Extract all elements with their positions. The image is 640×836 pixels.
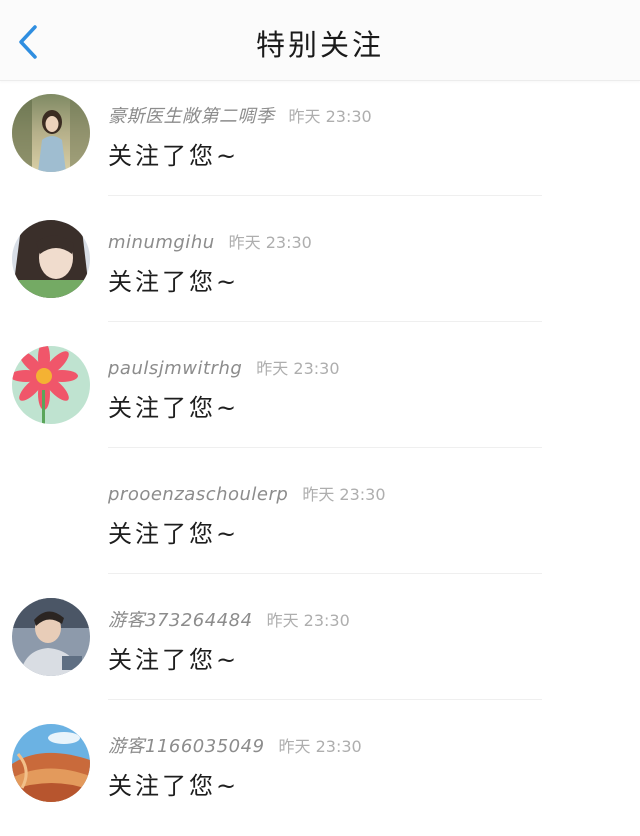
timestamp: 昨天 23:30 [288,107,372,126]
timestamp: 昨天 23:30 [302,485,386,504]
message-text: 关注了您~ [108,772,240,800]
avatar[interactable] [12,598,90,676]
user-name[interactable]: 豪斯医生敞第二啁季 [108,106,275,127]
timestamp: 昨天 23:30 [278,737,362,756]
list-item[interactable]: minumgihu 昨天 23:30 关注了您~ [0,206,640,332]
message-text: 关注了您~ [108,142,240,170]
list-item[interactable]: 豪斯医生敞第二啁季 昨天 23:30 关注了您~ [0,80,640,206]
list-item[interactable]: prooenzaschoulerp 昨天 23:30 关注了您~ [0,458,640,584]
avatar[interactable] [12,724,90,802]
divider [108,195,542,196]
user-name[interactable]: paulsjmwitrhg [108,358,242,379]
divider [108,447,542,448]
list-item[interactable]: paulsjmwitrhg 昨天 23:30 关注了您~ [0,332,640,458]
user-name[interactable]: prooenzaschoulerp [108,484,288,505]
avatar[interactable] [12,220,90,298]
user-name[interactable]: minumgihu [108,232,215,253]
user-name[interactable]: 游客373264484 [108,610,253,631]
list-item[interactable]: 游客1166035049 昨天 23:30 关注了您~ [0,710,640,836]
follower-list: 豪斯医生敞第二啁季 昨天 23:30 关注了您~ minumgihu 昨天 23:3… [0,80,640,836]
message-text: 关注了您~ [108,646,240,674]
navigation-bar: 特别关注 [0,0,640,81]
message-text: 关注了您~ [108,268,240,296]
message-text: 关注了您~ [108,520,240,548]
message-text: 关注了您~ [108,394,240,422]
timestamp: 昨天 23:30 [228,233,312,252]
divider [108,573,542,574]
page-title: 特别关注 [255,28,384,62]
divider [108,699,542,700]
user-name[interactable]: 游客1166035049 [108,736,265,757]
list-item[interactable]: 游客373264484 昨天 23:30 关注了您~ [0,584,640,710]
timestamp: 昨天 23:30 [266,611,350,630]
avatar[interactable] [12,346,90,424]
timestamp: 昨天 23:30 [256,359,340,378]
avatar[interactable] [12,94,90,172]
divider [108,321,542,322]
